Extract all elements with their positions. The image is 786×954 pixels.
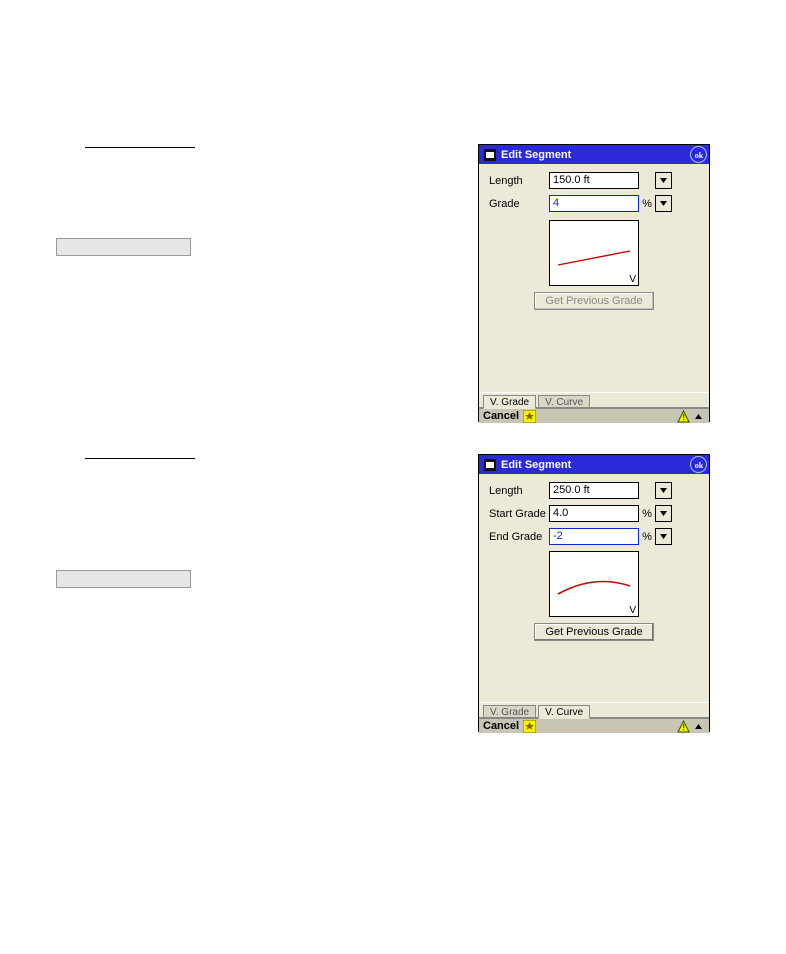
window-title: Edit Segment <box>501 149 571 161</box>
favorite-icon[interactable] <box>523 720 536 733</box>
chevron-down-icon <box>659 532 668 541</box>
end-grade-input[interactable]: -2 <box>549 528 639 545</box>
sketch-svg <box>550 221 638 285</box>
edit-segment-dialog-vcurve: Edit Segment ok Length 250.0 ft Start Gr… <box>478 454 710 732</box>
length-row: Length 250.0 ft <box>489 482 699 499</box>
warning-icon[interactable] <box>677 720 690 733</box>
end-grade-unit: % <box>641 531 653 543</box>
sketch-svg <box>550 552 638 616</box>
length-input[interactable]: 250.0 ft <box>549 482 639 499</box>
segment-sketch: V <box>549 220 639 286</box>
title-bar: Edit Segment ok <box>479 455 709 474</box>
kbd-up-icon[interactable] <box>692 410 705 423</box>
grade-unit: % <box>641 198 653 210</box>
tab-v-grade[interactable]: V. Grade <box>483 395 536 409</box>
edit-segment-dialog-vgrade: Edit Segment ok Length 150.0 ft Grade 4 … <box>478 144 710 422</box>
sketch-v-label: V <box>629 274 636 285</box>
cancel-button[interactable]: Cancel <box>483 410 519 422</box>
tab-strip: V. Grade V. Curve <box>479 392 709 408</box>
app-icon <box>483 148 497 162</box>
length-dropdown-button[interactable] <box>655 482 672 499</box>
ok-icon-text: ok <box>694 151 703 160</box>
segment-sketch: V <box>549 551 639 617</box>
grade-input[interactable]: 4 <box>549 195 639 212</box>
start-grade-input[interactable]: 4.0 <box>549 505 639 522</box>
tab-v-curve[interactable]: V. Curve <box>538 395 590 408</box>
length-row: Length 150.0 ft <box>489 172 699 189</box>
status-bar: Cancel <box>479 718 709 733</box>
dialog-client-area: Length 150.0 ft Grade 4 % V Get Previous… <box>479 164 709 392</box>
start-grade-label: Start Grade <box>489 508 549 520</box>
ok-icon-text: ok <box>694 461 703 470</box>
ok-button[interactable]: ok <box>690 146 707 163</box>
kbd-up-icon[interactable] <box>692 720 705 733</box>
end-grade-dropdown-button[interactable] <box>655 528 672 545</box>
warning-icon[interactable] <box>677 410 690 423</box>
tab-v-curve[interactable]: V. Curve <box>538 705 590 719</box>
sketch-v-label: V <box>629 605 636 616</box>
window-title: Edit Segment <box>501 459 571 471</box>
length-label: Length <box>489 175 549 187</box>
doc-separator-line <box>85 147 195 148</box>
start-grade-row: Start Grade 4.0 % <box>489 505 699 522</box>
chevron-down-icon <box>659 199 668 208</box>
length-dropdown-button[interactable] <box>655 172 672 189</box>
chevron-down-icon <box>659 486 668 495</box>
grade-line-icon <box>558 251 630 265</box>
doc-separator-line <box>85 458 195 459</box>
dialog-client-area: Length 250.0 ft Start Grade 4.0 % End Gr… <box>479 474 709 702</box>
start-grade-unit: % <box>641 508 653 520</box>
grade-dropdown-button[interactable] <box>655 195 672 212</box>
tab-strip: V. Grade V. Curve <box>479 702 709 718</box>
get-previous-grade-button: Get Previous Grade <box>534 292 654 310</box>
tab-v-grade[interactable]: V. Grade <box>483 705 536 718</box>
chevron-down-icon <box>659 176 668 185</box>
doc-placeholder-box <box>56 570 191 588</box>
grade-label: Grade <box>489 198 549 210</box>
title-bar: Edit Segment ok <box>479 145 709 164</box>
app-icon <box>483 458 497 472</box>
status-bar: Cancel <box>479 408 709 423</box>
end-grade-label: End Grade <box>489 531 549 543</box>
ok-button[interactable]: ok <box>690 456 707 473</box>
favorite-icon[interactable] <box>523 410 536 423</box>
length-input[interactable]: 150.0 ft <box>549 172 639 189</box>
start-grade-dropdown-button[interactable] <box>655 505 672 522</box>
chevron-down-icon <box>659 509 668 518</box>
curve-line-icon <box>558 582 630 595</box>
cancel-button[interactable]: Cancel <box>483 720 519 732</box>
doc-placeholder-box <box>56 238 191 256</box>
grade-row: Grade 4 % <box>489 195 699 212</box>
length-label: Length <box>489 485 549 497</box>
get-previous-grade-button[interactable]: Get Previous Grade <box>534 623 654 641</box>
end-grade-row: End Grade -2 % <box>489 528 699 545</box>
